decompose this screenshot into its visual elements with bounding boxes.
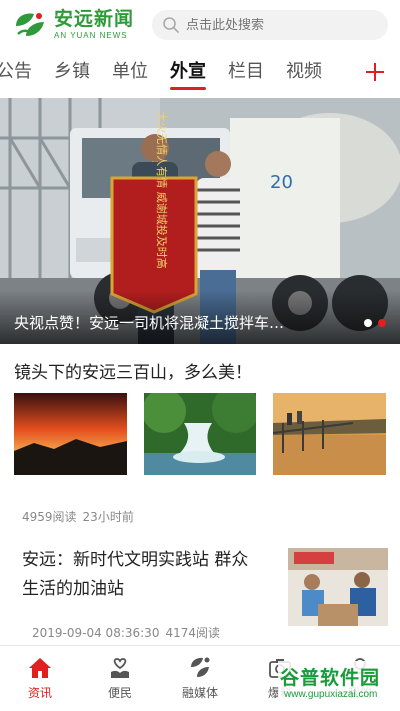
nav-item-media[interactable]: 融媒体	[160, 646, 240, 711]
featured-banner[interactable]: 20 大火无情人有情 威谢城投及时高 央视点赞！安远一司机将混凝土搅拌车…	[0, 98, 400, 344]
tab-external-publicity[interactable]: 外宣	[170, 52, 206, 92]
read-count: 4959阅读	[22, 510, 77, 524]
carousel-indicator	[364, 319, 386, 327]
watermark-text: 谷普软件园	[280, 667, 381, 689]
nav-label: 便民	[107, 686, 132, 700]
search-icon	[163, 17, 179, 33]
gallery-thumbnail[interactable]	[273, 393, 387, 475]
add-tab-button[interactable]	[360, 52, 390, 92]
waterfall-photo	[143, 393, 257, 475]
plus-icon	[366, 63, 384, 81]
sunset-clouds-photo	[14, 393, 127, 475]
gallery-thumbnail[interactable]	[143, 393, 257, 475]
site-watermark: 谷普软件园 www.gupuxiazai.com	[278, 661, 396, 705]
tab-towns[interactable]: 乡镇	[54, 52, 90, 92]
nav-label: 资讯	[27, 686, 52, 700]
nav-item-services[interactable]: 便民	[80, 646, 160, 711]
nav-label: 融媒体	[181, 686, 218, 700]
home-icon	[29, 658, 51, 678]
tab-video[interactable]: 视频	[286, 52, 322, 92]
leaf-logo-icon	[191, 657, 210, 677]
article-thumbnail	[288, 548, 388, 626]
pennant-text: 大火无情人有情 威谢城投及时高	[155, 111, 169, 269]
search-bar[interactable]	[152, 10, 388, 40]
app-header: 安远新闻 AN YUAN NEWS	[0, 0, 400, 50]
search-input[interactable]	[186, 17, 378, 33]
app-logo[interactable]: 安远新闻 AN YUAN NEWS	[12, 10, 134, 40]
watermark-url: www.gupuxiazai.com	[284, 689, 378, 700]
banner-caption: 央视点赞！安远一司机将混凝土搅拌车…	[0, 290, 400, 344]
truck-number: 20	[270, 172, 293, 193]
gallery-thumbnails	[14, 393, 387, 475]
lake-boardwalk-photo	[273, 393, 387, 475]
tab-announcements[interactable]: 公告	[0, 52, 32, 92]
carousel-dot-active[interactable]	[378, 319, 386, 327]
gallery-meta: 4959阅读 23小时前	[22, 508, 140, 525]
nav-item-news[interactable]: 资讯	[0, 646, 80, 711]
article-meta: 2019-09-04 08:36:30 4174阅读	[32, 624, 226, 641]
article-read-count: 4174阅读	[165, 626, 220, 640]
category-tabs: 公告 乡镇 单位 外宣 栏目 视频	[0, 52, 400, 92]
tab-units[interactable]: 单位	[112, 52, 148, 92]
logo-title: 安远新闻	[54, 8, 135, 30]
tab-columns[interactable]: 栏目	[228, 52, 264, 92]
gallery-thumbnail[interactable]	[14, 393, 127, 475]
publish-time: 23小时前	[82, 510, 134, 524]
logo-subtitle: AN YUAN NEWS	[54, 31, 128, 40]
article-title: 安远：新时代文明实践站 群众生活的加油站	[22, 550, 249, 599]
gallery-title[interactable]: 镜头下的安远三百山，多么美！	[14, 358, 252, 383]
leaf-logo-icon	[16, 13, 44, 36]
article-datetime: 2019-09-04 08:36:30	[32, 626, 160, 640]
meeting-photo	[288, 548, 388, 626]
heart-hand-icon	[111, 658, 129, 678]
carousel-dot[interactable]	[364, 319, 372, 327]
